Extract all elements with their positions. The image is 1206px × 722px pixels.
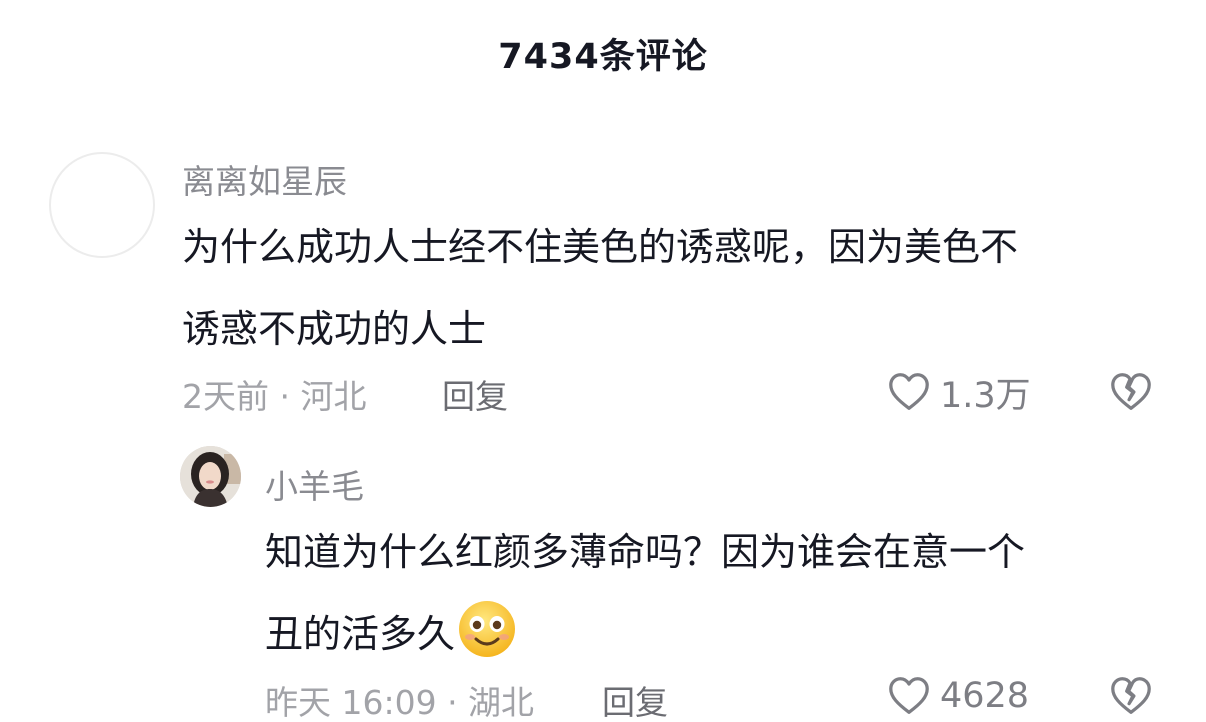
- like-button[interactable]: 4628: [886, 673, 1029, 719]
- avatar[interactable]: [180, 446, 241, 507]
- reply-button[interactable]: 回复: [442, 370, 508, 418]
- smiling-face-emoji: [459, 601, 516, 657]
- comment-text[interactable]: 为什么成功人士经不住美色的诱惑呢，因为美色不 诱惑不成功的人士: [182, 206, 1172, 370]
- comment-text[interactable]: 知道为什么红颜多薄命吗？因为谁会在意一个 丑的活多久: [265, 511, 1165, 675]
- comment-username[interactable]: 离离如星辰: [182, 155, 347, 203]
- user-photo-avatar: [180, 446, 241, 507]
- comments-page: 7434条评论 离离如星辰 为什么成功人士经不住美色的诱惑呢，因为美色不 诱惑不…: [0, 0, 1206, 722]
- heart-outline-icon: [889, 373, 929, 410]
- heart-outline-icon: [889, 677, 929, 714]
- comment-time-location: 昨天 16:09 · 湖北: [265, 683, 535, 722]
- comment-text-fragment: 丑的活多久: [265, 612, 456, 656]
- comment-username[interactable]: 小羊毛: [265, 460, 364, 508]
- like-button[interactable]: 1.3万: [886, 369, 1031, 416]
- broken-heart-icon[interactable]: [1108, 673, 1154, 719]
- comment-text-line: 为什么成功人士经不住美色的诱惑呢，因为美色不: [182, 225, 1019, 269]
- broken-heart-icon[interactable]: [1108, 369, 1154, 415]
- comment-text-line: 知道为什么红颜多薄命吗？因为谁会在意一个: [265, 530, 1026, 574]
- comment-count-title: 7434条评论: [498, 37, 708, 77]
- comment-text-line: 诱惑不成功的人士: [182, 307, 487, 351]
- avatar[interactable]: [49, 152, 155, 258]
- comment-time-location: 2天前 · 河北: [182, 377, 367, 416]
- like-count: 4628: [940, 676, 1030, 716]
- comment-text-line-2: 丑的活多久: [265, 593, 1165, 675]
- reply-button[interactable]: 回复: [602, 676, 668, 722]
- like-count: 1.3万: [940, 375, 1031, 416]
